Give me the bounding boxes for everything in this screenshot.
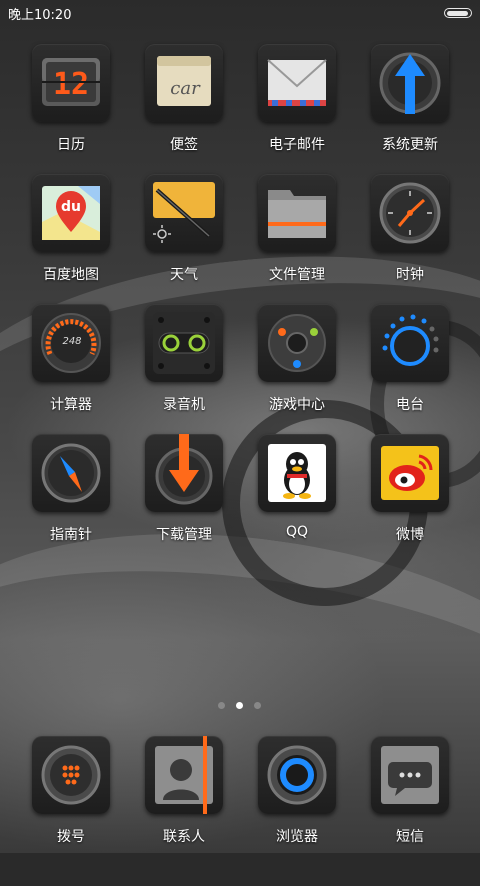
app-label: 日历 (57, 137, 85, 153)
app-clock[interactable]: 时钟 (355, 174, 465, 294)
page-dot[interactable] (254, 702, 261, 709)
app-calculator[interactable]: 248 计算器 (16, 304, 126, 424)
page-dot[interactable] (236, 702, 243, 709)
dock-dialer[interactable]: 拨号 (16, 736, 126, 856)
app-file-manager[interactable]: 文件管理 (242, 174, 352, 294)
app-label: 短信 (396, 829, 424, 845)
svg-text:du: du (61, 199, 81, 215)
compass-icon (32, 434, 110, 512)
svg-text:12: 12 (53, 67, 89, 102)
app-recorder[interactable]: 录音机 (129, 304, 239, 424)
contacts-icon (145, 736, 223, 814)
app-email[interactable]: 电子邮件 (242, 44, 352, 164)
dock-contacts[interactable]: 联系人 (129, 736, 239, 856)
app-label: 时钟 (396, 267, 424, 283)
app-label: 电子邮件 (269, 137, 325, 153)
app-label: 系统更新 (382, 137, 438, 153)
app-label: 便签 (170, 137, 198, 153)
qq-icon (258, 434, 336, 512)
app-label: 拨号 (57, 829, 85, 845)
notes-icon: car (145, 44, 223, 122)
app-label: 联系人 (163, 829, 205, 845)
app-compass[interactable]: 指南针 (16, 434, 126, 554)
app-weather[interactable]: 天气 (129, 174, 239, 294)
app-label: QQ (285, 524, 309, 540)
app-label: 微博 (396, 527, 424, 543)
dialer-icon (32, 736, 110, 814)
app-label: 计算器 (50, 397, 92, 413)
app-label: 天气 (170, 267, 198, 283)
app-label: 百度地图 (43, 267, 99, 283)
messages-icon (371, 736, 449, 814)
weibo-icon (371, 434, 449, 512)
mail-icon (258, 44, 336, 122)
battery-icon (444, 8, 472, 18)
download-icon (145, 434, 223, 512)
calculator-icon: 248 (32, 304, 110, 382)
app-calendar[interactable]: 12 日历 (16, 44, 126, 164)
calendar-icon: 12 (32, 44, 110, 122)
recorder-icon (145, 304, 223, 382)
app-system-update[interactable]: 系统更新 (355, 44, 465, 164)
app-weibo[interactable]: 微博 (355, 434, 465, 554)
app-label: 浏览器 (276, 829, 318, 845)
status-time: 晚上10:20 (8, 7, 72, 23)
baidu-map-icon: du (32, 174, 110, 252)
app-label: 下载管理 (156, 527, 212, 543)
weather-icon (145, 174, 223, 252)
game-center-icon (258, 304, 336, 382)
svg-text:car: car (170, 78, 201, 99)
app-game-center[interactable]: 游戏中心 (242, 304, 352, 424)
clock-icon (371, 174, 449, 252)
app-baidu-map[interactable]: du 百度地图 (16, 174, 126, 294)
page-dot[interactable] (218, 702, 225, 709)
app-qq[interactable]: QQ (242, 434, 352, 554)
page-indicator[interactable] (0, 700, 480, 712)
app-radio[interactable]: 电台 (355, 304, 465, 424)
status-bar: 晚上10:20 (0, 0, 480, 26)
svg-text:248: 248 (62, 336, 81, 347)
app-download-manager[interactable]: 下载管理 (129, 434, 239, 554)
radio-icon (371, 304, 449, 382)
app-label: 电台 (396, 397, 424, 413)
dock-browser[interactable]: 浏览器 (242, 736, 352, 856)
app-label: 文件管理 (269, 267, 325, 283)
update-icon (371, 44, 449, 122)
app-label: 录音机 (163, 397, 205, 413)
app-notes[interactable]: car 便签 (129, 44, 239, 164)
app-label: 指南针 (50, 527, 92, 543)
folder-icon (258, 174, 336, 252)
browser-icon (258, 736, 336, 814)
dock-messages[interactable]: 短信 (355, 736, 465, 856)
app-label: 游戏中心 (269, 397, 325, 413)
